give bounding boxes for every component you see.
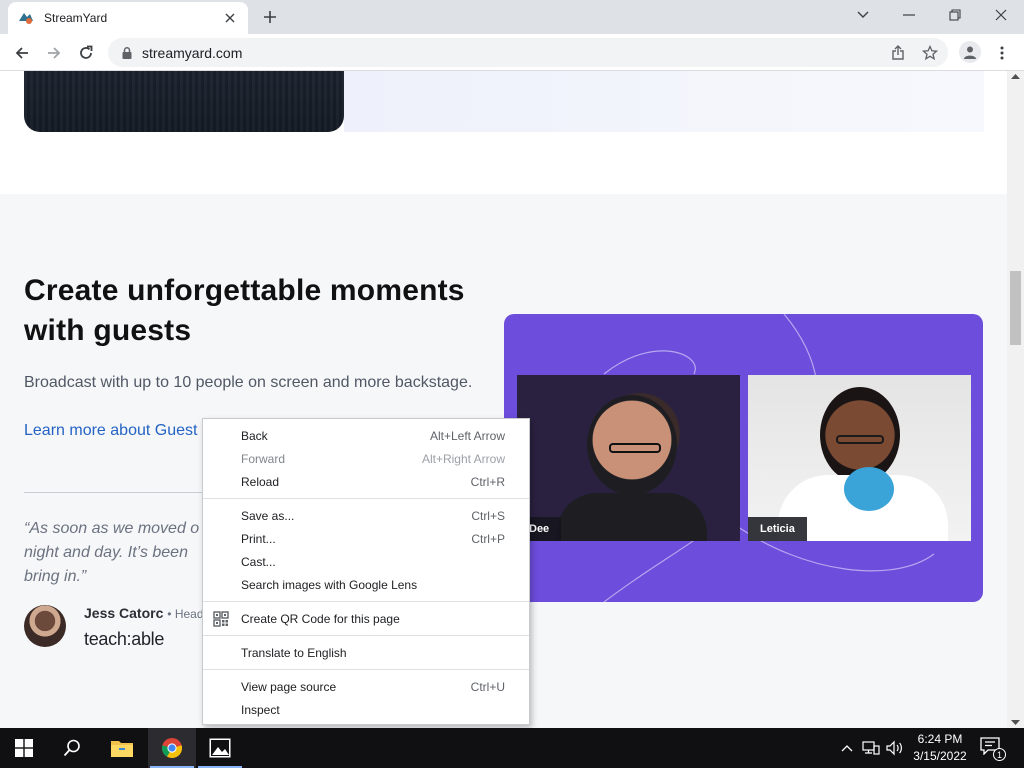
taskbar-file-explorer[interactable] (98, 728, 146, 768)
minimize-button[interactable] (886, 0, 932, 30)
chrome-menu-button[interactable] (992, 43, 1012, 63)
close-icon (995, 9, 1007, 21)
system-clock[interactable]: 6:24 PM 3/15/2022 (908, 731, 972, 765)
forward-button[interactable] (41, 40, 67, 66)
tray-overflow-button[interactable] (838, 739, 856, 757)
notification-count: 1 (993, 748, 1006, 761)
chrome-icon (161, 738, 183, 759)
reload-icon (80, 45, 93, 59)
scroll-up-icon[interactable] (1011, 73, 1020, 79)
tab-title: StreamYard (44, 11, 108, 25)
menu-item-inspect[interactable]: Inspect (203, 698, 529, 721)
menu-separator (203, 498, 529, 499)
guests-illustration: Dee Leticia (504, 314, 983, 602)
start-button[interactable] (0, 728, 48, 768)
clock-date: 3/15/2022 (913, 749, 967, 763)
volume-button[interactable] (886, 739, 904, 757)
menu-item-reload[interactable]: Reload Ctrl+R (203, 470, 529, 493)
author-role: • Head (167, 607, 204, 621)
star-icon (922, 45, 938, 61)
reload-button[interactable] (73, 40, 99, 66)
address-bar[interactable]: streamyard.com (108, 38, 948, 67)
streamyard-icon (19, 13, 33, 24)
file-explorer-icon (111, 741, 133, 757)
minimize-icon (903, 14, 915, 16)
taskbar-photos[interactable] (196, 728, 244, 768)
windows-taskbar: 6:24 PM 3/15/2022 1 (0, 728, 1024, 768)
menu-item-save-as[interactable]: Save as... Ctrl+S (203, 504, 529, 527)
menu-item-forward[interactable]: Forward Alt+Right Arrow (203, 447, 529, 470)
menu-item-qr-code[interactable]: Create QR Code for this page (203, 607, 529, 630)
share-button[interactable] (888, 43, 908, 63)
tab-search-button[interactable] (840, 0, 886, 30)
video-tile-guest: Leticia (748, 375, 971, 541)
close-icon[interactable] (222, 10, 238, 26)
menu-separator (203, 669, 529, 670)
avatar-icon (964, 46, 976, 59)
testimonial-author: Jess Catorc • Head (84, 605, 204, 621)
network-icon (862, 741, 880, 755)
page-scrollbar[interactable] (1007, 71, 1024, 728)
menu-item-view-source[interactable]: View page source Ctrl+U (203, 675, 529, 698)
arrow-right-icon (48, 47, 61, 59)
profile-button[interactable] (959, 41, 981, 63)
tab-streamyard[interactable]: StreamYard (8, 2, 248, 34)
menu-item-google-lens[interactable]: Search images with Google Lens (203, 573, 529, 596)
chevron-down-icon (857, 11, 869, 18)
testimonial-quote: “As soon as we moved o night and day. It… (24, 520, 200, 585)
video-tile-label: Leticia (748, 517, 807, 541)
volume-icon (886, 740, 902, 756)
url-text: streamyard.com (142, 44, 243, 61)
arrow-left-icon (15, 47, 28, 59)
close-window-button[interactable] (978, 0, 1024, 30)
lock-icon (122, 46, 132, 59)
menu-item-cast[interactable]: Cast... (203, 550, 529, 573)
kebab-menu-icon (1000, 46, 1004, 60)
learn-more-link[interactable]: Learn more about Guest (24, 422, 197, 440)
video-tile-host: Dee (517, 375, 740, 541)
avatar (24, 605, 66, 647)
section-subtext: Broadcast with up to 10 people on screen… (24, 374, 473, 391)
restore-button[interactable] (932, 0, 978, 30)
browser-toolbar: streamyard.com (0, 34, 1024, 71)
tab-strip: StreamYard (0, 0, 1024, 34)
qr-code-icon (213, 611, 229, 627)
windows-start-icon (15, 739, 33, 757)
back-button[interactable] (9, 40, 35, 66)
bookmark-button[interactable] (920, 43, 940, 63)
chevron-up-icon (841, 745, 853, 752)
taskbar-chrome[interactable] (148, 728, 196, 768)
menu-item-print[interactable]: Print... Ctrl+P (203, 527, 529, 550)
action-center-button[interactable]: 1 (980, 737, 1006, 761)
network-button[interactable] (862, 739, 880, 757)
company-logo: teach:able (84, 629, 165, 649)
hero-image (24, 71, 344, 132)
menu-item-translate[interactable]: Translate to English (203, 641, 529, 664)
menu-separator (203, 635, 529, 636)
taskbar-search-button[interactable] (48, 728, 96, 768)
search-icon (63, 739, 80, 757)
plus-icon (264, 11, 276, 23)
context-menu: Back Alt+Left Arrow Forward Alt+Right Arro… (202, 418, 530, 725)
hero-background (344, 71, 984, 132)
scrollbar-thumb[interactable] (1010, 271, 1021, 345)
photos-icon (209, 738, 231, 758)
new-tab-button[interactable] (258, 7, 282, 27)
restore-icon (949, 9, 961, 21)
clock-time: 6:24 PM (917, 732, 963, 746)
scroll-down-icon[interactable] (1011, 720, 1020, 726)
menu-item-back[interactable]: Back Alt+Left Arrow (203, 424, 529, 447)
menu-separator (203, 601, 529, 602)
section-heading: Create unforgettable moments with guests (24, 274, 465, 347)
share-icon (892, 45, 904, 60)
